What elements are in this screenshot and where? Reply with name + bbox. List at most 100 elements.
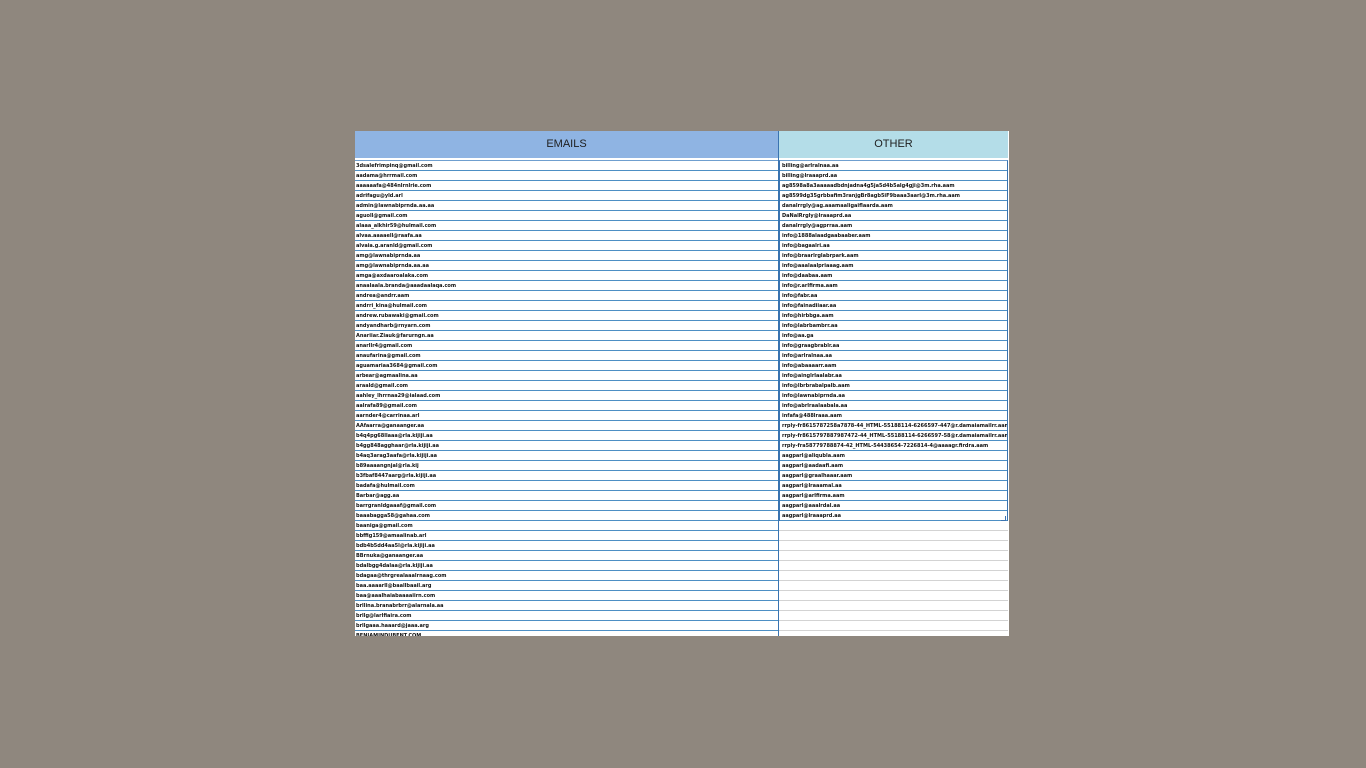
other-cell[interactable]: info@labrbambrr.aa (780, 321, 1007, 331)
emails-cell[interactable]: aarnder4@carrinaa.arl (355, 411, 778, 421)
other-cell[interactable]: infafa@488lraaa.aam (780, 411, 1007, 421)
emails-cell[interactable]: bbffig159@amaalinab.arl (355, 531, 778, 541)
emails-column-header[interactable]: EMAILS (355, 131, 778, 158)
emails-cell[interactable]: brllgaaa.haaard@jaaa.arg (355, 621, 778, 631)
other-cell[interactable]: info@hirbbga.aam (780, 311, 1007, 321)
emails-cell[interactable]: badafa@hulmail.com (355, 481, 778, 491)
emails-cell[interactable]: amg@lawnabiprnda.aa.aa (355, 261, 778, 271)
empty-cell[interactable] (779, 601, 1008, 611)
emails-cell[interactable]: bdalbgg4dalaa@rla.kijiji.aa (355, 561, 778, 571)
other-cell[interactable]: billing@lraaaprd.aa (780, 171, 1007, 181)
other-cell[interactable]: aagparl@aadaafi.aam (780, 461, 1007, 471)
emails-cell[interactable]: 3dsalefrimpinq@gmail.com (355, 161, 778, 171)
other-cell[interactable]: rrply-fra58779788874-42_HTML-54438654-72… (780, 441, 1007, 451)
emails-cell[interactable]: admin@lawnabiprnda.aa.aa (355, 201, 778, 211)
emails-cell[interactable]: anarllr4@gmail.com (355, 341, 778, 351)
emails-cell[interactable]: brllina.branabrbrr@alarnala.aa (355, 601, 778, 611)
other-cell[interactable]: aagparl@arlfirma.aam (780, 491, 1007, 501)
other-cell[interactable]: info@graagbrablr.aa (780, 341, 1007, 351)
emails-cell[interactable]: barrgranldgaaaf@gmail.com (355, 501, 778, 511)
empty-cell[interactable] (779, 521, 1008, 531)
other-cell[interactable]: info@aa.ga (780, 331, 1007, 341)
emails-cell[interactable]: b4gg848agghaar@rla.kijiji.aa (355, 441, 778, 451)
emails-cell[interactable]: b89aaaangnjal@rla.kij (355, 461, 778, 471)
empty-cell[interactable] (779, 621, 1008, 631)
empty-cell[interactable] (779, 571, 1008, 581)
emails-cell[interactable]: BBrnuka@ganaanger.aa (355, 551, 778, 561)
emails-cell[interactable]: andrri_kina@hulmail.com (355, 301, 778, 311)
emails-cell[interactable]: bdagaa@thrgrealaaalrnaag.com (355, 571, 778, 581)
emails-cell[interactable]: andrew.rubawaki@gmail.com (355, 311, 778, 321)
other-cell[interactable]: DaNalRrgly@lraaaprd.aa (780, 211, 1007, 221)
other-cell[interactable]: danalrrgly@ag.aaamaaligaiflaarda.aam (780, 201, 1007, 211)
other-cell[interactable]: aagparl@aliqubla.aam (780, 451, 1007, 461)
empty-cell[interactable] (779, 551, 1008, 561)
emails-cell[interactable]: andrea@andrr.aam (355, 291, 778, 301)
emails-cell[interactable]: baa@aaalhaiabaaaaiirn.com (355, 591, 778, 601)
other-rows: billing@arlralnaa.aa billing@lraaaprd.aa a… (779, 160, 1008, 521)
other-cell[interactable]: aagparl@lraaaprd.aa (780, 511, 1007, 521)
emails-cell[interactable]: alvaa.aaaaell@raafa.aa (355, 231, 778, 241)
emails-cell[interactable]: amg@lawnabiprnda.aa (355, 251, 778, 261)
empty-cell[interactable] (779, 541, 1008, 551)
other-cell[interactable]: aagparl@lraaamal.aa (780, 481, 1007, 491)
other-cell[interactable]: info@aaalaalpriaaag.aam (780, 261, 1007, 271)
empty-cell[interactable] (779, 581, 1008, 591)
emails-cell[interactable]: AAfaarra@ganaanger.aa (355, 421, 778, 431)
other-cell[interactable]: info@abaaaarr.aam (780, 361, 1007, 371)
other-cell[interactable]: billing@arlralnaa.aa (780, 161, 1007, 171)
table-resize-handle[interactable] (1001, 516, 1006, 521)
emails-cell[interactable]: baa.aaaarll@baallbaail.arg (355, 581, 778, 591)
empty-cell[interactable] (779, 611, 1008, 621)
other-cell[interactable]: ag8599dg35grbbafim3ranjgBr8agb5iF9baaa3a… (780, 191, 1007, 201)
emails-cell[interactable]: aadama@hrrmail.com (355, 171, 778, 181)
emails-cell[interactable]: alaaa_alkhir59@hulmail.com (355, 221, 778, 231)
other-cell[interactable]: ag8598a8a3aaaaadbdnjadna4g5ja5d4b5alg4gj… (780, 181, 1007, 191)
emails-cell[interactable]: aahley_lhrrnaa29@ialaad.com (355, 391, 778, 401)
other-cell[interactable]: info@1888alaadgaabaaber.aam (780, 231, 1007, 241)
other-cell[interactable]: aagparl@aaalrdal.aa (780, 501, 1007, 511)
other-cell[interactable]: info@ainglrlaalabr.aa (780, 371, 1007, 381)
other-cell[interactable]: danalrrgly@agprraa.aam (780, 221, 1007, 231)
other-cell[interactable]: rrply-fr8615797887987472-44_HTML-5518811… (780, 431, 1007, 441)
empty-cell[interactable] (779, 631, 1008, 636)
other-cell[interactable]: info@fainadiiaar.aa (780, 301, 1007, 311)
emails-cell[interactable]: aalrafa89@gmail.com (355, 401, 778, 411)
other-cell[interactable]: info@lbrbrabalpalb.aam (780, 381, 1007, 391)
emails-cell[interactable]: baaniga@gmail.com (355, 521, 778, 531)
emails-cell[interactable]: aaaaaafa@484nlrnlrie.com (355, 181, 778, 191)
empty-cell[interactable] (779, 561, 1008, 571)
other-cell[interactable]: aagparl@graalhaaar.aam (780, 471, 1007, 481)
emails-cell[interactable]: BENJAMINDUBENT.COM (355, 631, 778, 636)
other-cell[interactable]: info@daabaa.aam (780, 271, 1007, 281)
emails-cell[interactable]: araald@gmail.com (355, 381, 778, 391)
emails-cell[interactable]: alvaia.g.aranld@gmail.com (355, 241, 778, 251)
other-cell[interactable]: info@bagaalri.aa (780, 241, 1007, 251)
emails-cell[interactable]: b4q4pg68llaaa@rla.kijiji.aa (355, 431, 778, 441)
other-cell[interactable]: info@fabr.aa (780, 291, 1007, 301)
emails-cell[interactable]: Anariiar.Ziauk@farurngn.aa (355, 331, 778, 341)
other-cell[interactable]: info@r.arlfirma.aam (780, 281, 1007, 291)
emails-cell[interactable]: b4aq3arag3aafa@rla.kijiji.aa (355, 451, 778, 461)
emails-cell[interactable]: brllg@larlfiaira.com (355, 611, 778, 621)
other-cell[interactable]: rrply-fr8615787258a7878-44_HTML-55188114… (780, 421, 1007, 431)
emails-cell[interactable]: aguoll@gmail.com (355, 211, 778, 221)
emails-cell[interactable]: baaabagga58@gahaa.com (355, 511, 778, 521)
emails-cell[interactable]: adrifagu@yld.arl (355, 191, 778, 201)
other-column-header[interactable]: OTHER (779, 131, 1008, 158)
other-cell[interactable]: info@arlralnaa.aa (780, 351, 1007, 361)
empty-cell[interactable] (779, 531, 1008, 541)
emails-cell[interactable]: aguamariaa3684@gmail.com (355, 361, 778, 371)
emails-cell[interactable]: anaufarina@gmail.com (355, 351, 778, 361)
emails-cell[interactable]: andyandharb@rnyarn.com (355, 321, 778, 331)
emails-cell[interactable]: anaalaala.branda@aaadaalaqa.com (355, 281, 778, 291)
other-cell[interactable]: info@abrlraalaabala.aa (780, 401, 1007, 411)
emails-cell[interactable]: arbear@agmaalina.aa (355, 371, 778, 381)
other-cell[interactable]: info@braarlrglabrpark.aam (780, 251, 1007, 261)
emails-cell[interactable]: bdb4b5dd4aa5l@rla.kijiji.aa (355, 541, 778, 551)
emails-cell[interactable]: amga@axdaaroalaka.com (355, 271, 778, 281)
emails-cell[interactable]: b3fbaf8447aarg@rla.kijiji.aa (355, 471, 778, 481)
other-cell[interactable]: info@lawnabiprnda.aa (780, 391, 1007, 401)
emails-cell[interactable]: Barbar@agg.aa (355, 491, 778, 501)
empty-cell[interactable] (779, 591, 1008, 601)
